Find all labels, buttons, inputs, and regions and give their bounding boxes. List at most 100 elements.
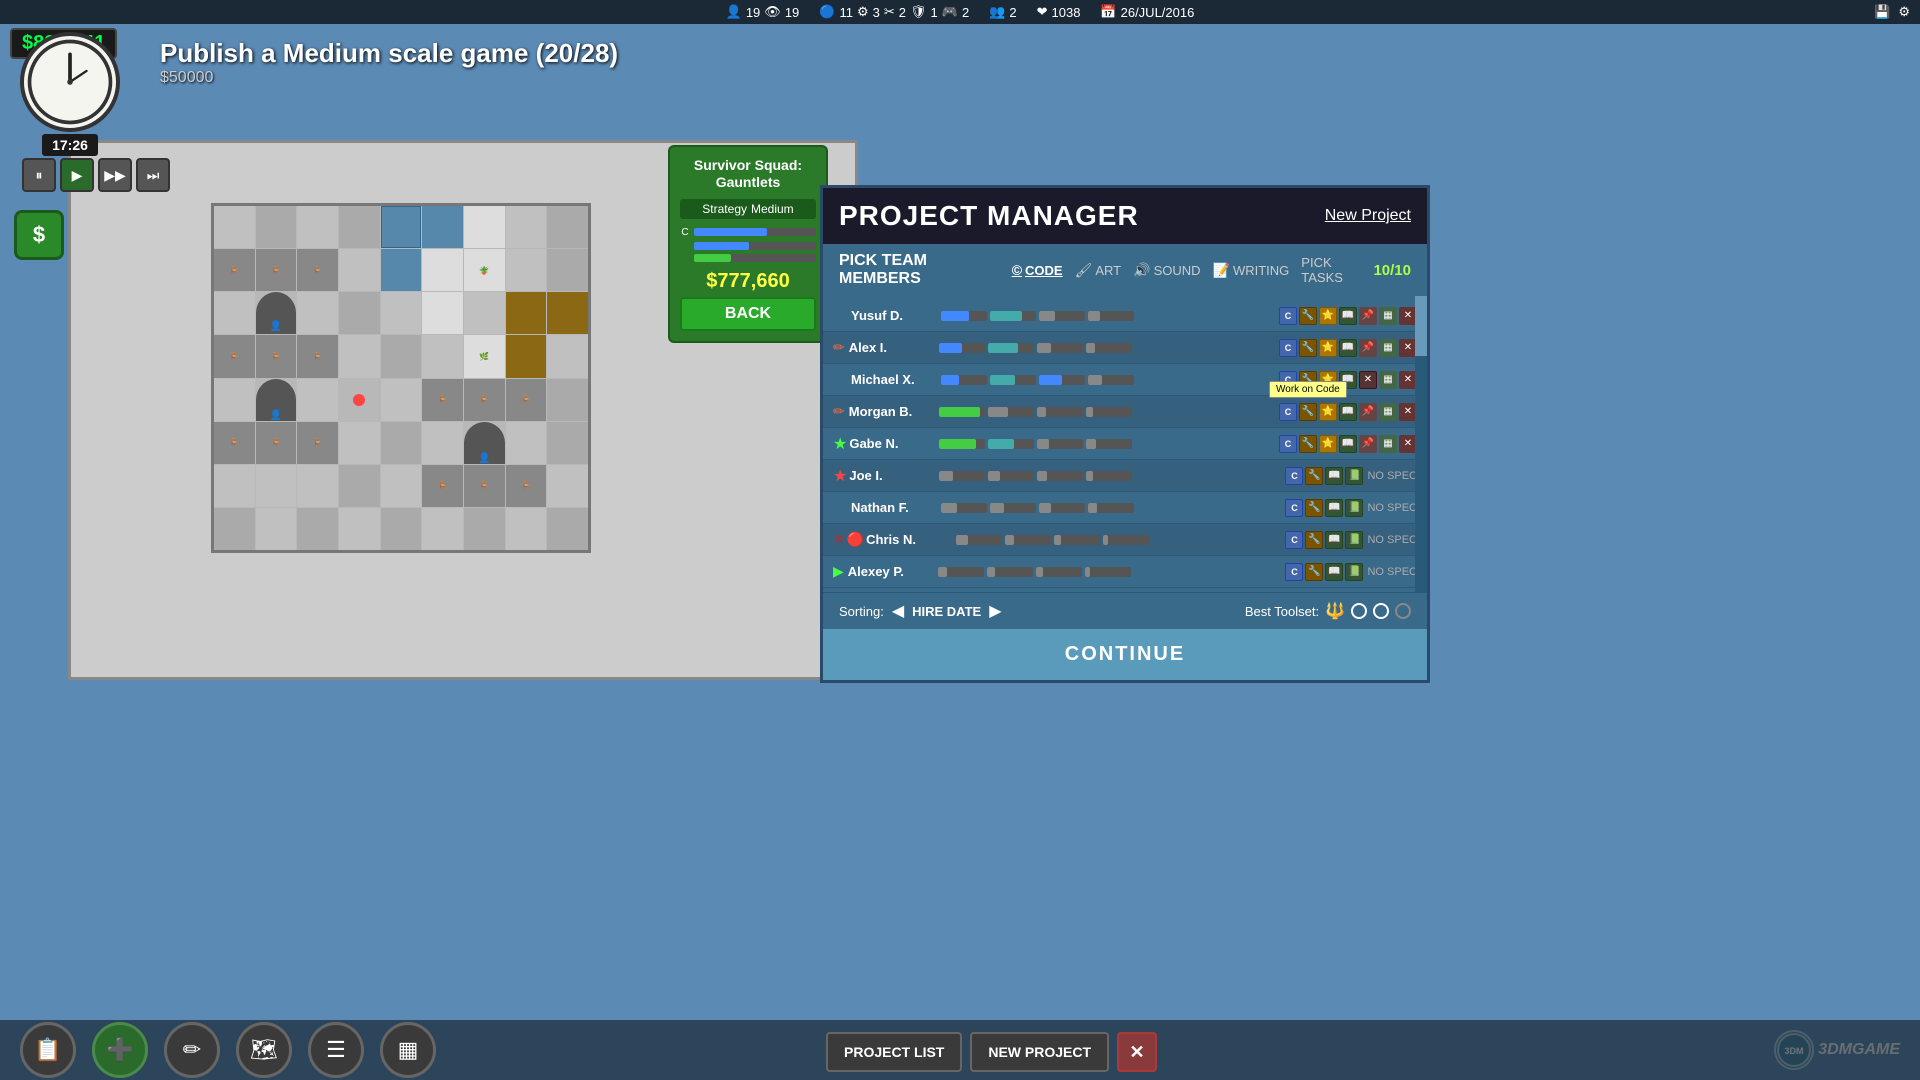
skill-bar-1: [939, 343, 985, 353]
scrollbar[interactable]: [1415, 296, 1427, 592]
wrench-action[interactable]: 🔧: [1299, 403, 1317, 421]
code-action[interactable]: C: [1279, 339, 1297, 357]
table-row: ✏ Morgan B. Work on Code C 🔧 ⭐ 📖 📌 ▦ ✕: [823, 396, 1427, 428]
star-action[interactable]: ⭐: [1319, 307, 1337, 325]
map-button[interactable]: 🗺: [236, 1022, 292, 1078]
book-action[interactable]: 📖: [1325, 499, 1343, 517]
fastforward-button[interactable]: ⏭: [136, 158, 170, 192]
grid-action[interactable]: ▦: [1379, 339, 1397, 357]
book-action[interactable]: 📖: [1325, 467, 1343, 485]
skill-bar-1: [939, 439, 985, 449]
back-button[interactable]: BACK: [680, 297, 816, 331]
money-button[interactable]: $: [14, 210, 64, 260]
skill-bar-1: [941, 311, 987, 321]
game-money: $777,660: [680, 270, 816, 293]
star-action[interactable]: ⭐: [1319, 403, 1337, 421]
project-list-button[interactable]: PROJECT LIST: [826, 1032, 962, 1072]
wrench-action[interactable]: 🔧: [1305, 499, 1323, 517]
red-circle-indicator: 🔴: [847, 531, 864, 548]
book-action[interactable]: 📖: [1325, 531, 1343, 549]
tab-code[interactable]: © CODE: [1012, 262, 1063, 278]
book-action[interactable]: 📖: [1339, 307, 1357, 325]
fast-play-button[interactable]: ▶▶: [98, 158, 132, 192]
skill-bar-1: [941, 375, 987, 385]
settings-icon[interactable]: ⚙: [1898, 4, 1910, 20]
skill-bar-1: [956, 535, 1002, 545]
grid-action[interactable]: ▦: [1379, 371, 1397, 389]
grid-action[interactable]: ▦: [1379, 307, 1397, 325]
pin-action[interactable]: 📌: [1359, 403, 1377, 421]
tab-art[interactable]: 🖌 ART: [1075, 262, 1122, 279]
code-action[interactable]: C: [1285, 531, 1303, 549]
table-row: Nathan F. C 🔧 📖 📗 NO SPEC: [823, 492, 1427, 524]
pm-title: PROJECT MANAGER: [839, 200, 1139, 232]
book-action[interactable]: 📖: [1325, 563, 1343, 581]
table-row: ▶ Alexey P. C 🔧 📖 📗 NO SPEC: [823, 556, 1427, 588]
book-action2[interactable]: 📗: [1345, 499, 1363, 517]
skill-bar-4: [1088, 311, 1134, 321]
gear-count: 3: [873, 5, 880, 20]
skill-bar-2: [990, 503, 1036, 513]
new-project-bottom-button[interactable]: NEW PROJECT: [970, 1032, 1109, 1072]
skill-bars: [939, 343, 1275, 353]
code-action[interactable]: C: [1285, 467, 1303, 485]
star-action[interactable]: ⭐: [1319, 435, 1337, 453]
action-icons: C 🔧 📖 📗: [1285, 531, 1363, 549]
pin-action[interactable]: 📌: [1359, 339, 1377, 357]
add-button[interactable]: ➕: [92, 1022, 148, 1078]
book-action[interactable]: 📖: [1339, 339, 1357, 357]
pin-action[interactable]: 📌: [1359, 307, 1377, 325]
tab-pick-tasks[interactable]: PICK TASKS: [1301, 255, 1373, 285]
book-action2[interactable]: 📗: [1345, 467, 1363, 485]
save-icon[interactable]: 💾: [1874, 4, 1890, 20]
wrench-action[interactable]: 🔧: [1305, 563, 1323, 581]
book-action[interactable]: 📖: [1339, 435, 1357, 453]
play-button[interactable]: ▶: [60, 158, 94, 192]
no-spec-label: NO SPEC: [1367, 534, 1417, 546]
book-action[interactable]: 📖: [1339, 403, 1357, 421]
sort-prev-arrow[interactable]: ◀: [892, 601, 904, 621]
arrow-green-indicator: ▶: [833, 563, 844, 580]
eye-icon: 👁: [764, 4, 781, 20]
continue-button[interactable]: CONTINUE: [823, 629, 1427, 680]
star-red-indicator: ★: [833, 466, 847, 486]
code-action[interactable]: C: [1279, 403, 1297, 421]
tab-writing[interactable]: 📝 WRITING: [1213, 262, 1290, 279]
close-pm-button[interactable]: ✕: [1117, 1032, 1157, 1072]
book-action2[interactable]: 📗: [1345, 563, 1363, 581]
skill-bar-4: [1088, 503, 1134, 513]
grid-action[interactable]: ▦: [1379, 435, 1397, 453]
edit-button[interactable]: ✏: [164, 1022, 220, 1078]
star-action[interactable]: ⭐: [1319, 339, 1337, 357]
special-action[interactable]: ✕: [1359, 371, 1377, 389]
scroll-thumb[interactable]: [1415, 296, 1427, 356]
pin-action[interactable]: 📌: [1359, 435, 1377, 453]
skill-bar-3: [1039, 503, 1085, 513]
tab-pick-tasks-label: PICK TASKS: [1301, 255, 1373, 285]
sort-next-arrow[interactable]: ▶: [989, 601, 1001, 621]
list-button[interactable]: ☰: [308, 1022, 364, 1078]
grid-action[interactable]: ▦: [1379, 403, 1397, 421]
wrench-action[interactable]: 🔧: [1299, 435, 1317, 453]
book-action2[interactable]: 📗: [1345, 531, 1363, 549]
code-action[interactable]: C: [1285, 499, 1303, 517]
layout-button[interactable]: ▦: [380, 1022, 436, 1078]
wrench-action[interactable]: 🔧: [1305, 467, 1323, 485]
tab-sound[interactable]: 🔊 SOUND: [1133, 262, 1200, 279]
notes-button[interactable]: 📋: [20, 1022, 76, 1078]
skill-bars: [941, 375, 1275, 385]
action-icons: C 🔧 ⭐ 📖 📌 ▦ ✕: [1279, 435, 1417, 453]
game-title: Survivor Squad: Gauntlets: [680, 157, 816, 191]
skill-bar-4: [1088, 375, 1134, 385]
worker-name: Gabe N.: [849, 436, 939, 451]
skill-bar-3: [1037, 343, 1083, 353]
pause-button[interactable]: ⏸: [22, 158, 56, 192]
code-action[interactable]: C: [1285, 563, 1303, 581]
skill-bar-3: [1039, 375, 1085, 385]
wrench-action[interactable]: 🔧: [1299, 339, 1317, 357]
code-action[interactable]: C: [1279, 435, 1297, 453]
wrench-action[interactable]: 🔧: [1305, 531, 1323, 549]
wrench-action[interactable]: 🔧: [1299, 307, 1317, 325]
new-project-header-button[interactable]: New Project: [1325, 207, 1411, 225]
code-action[interactable]: C: [1279, 307, 1297, 325]
